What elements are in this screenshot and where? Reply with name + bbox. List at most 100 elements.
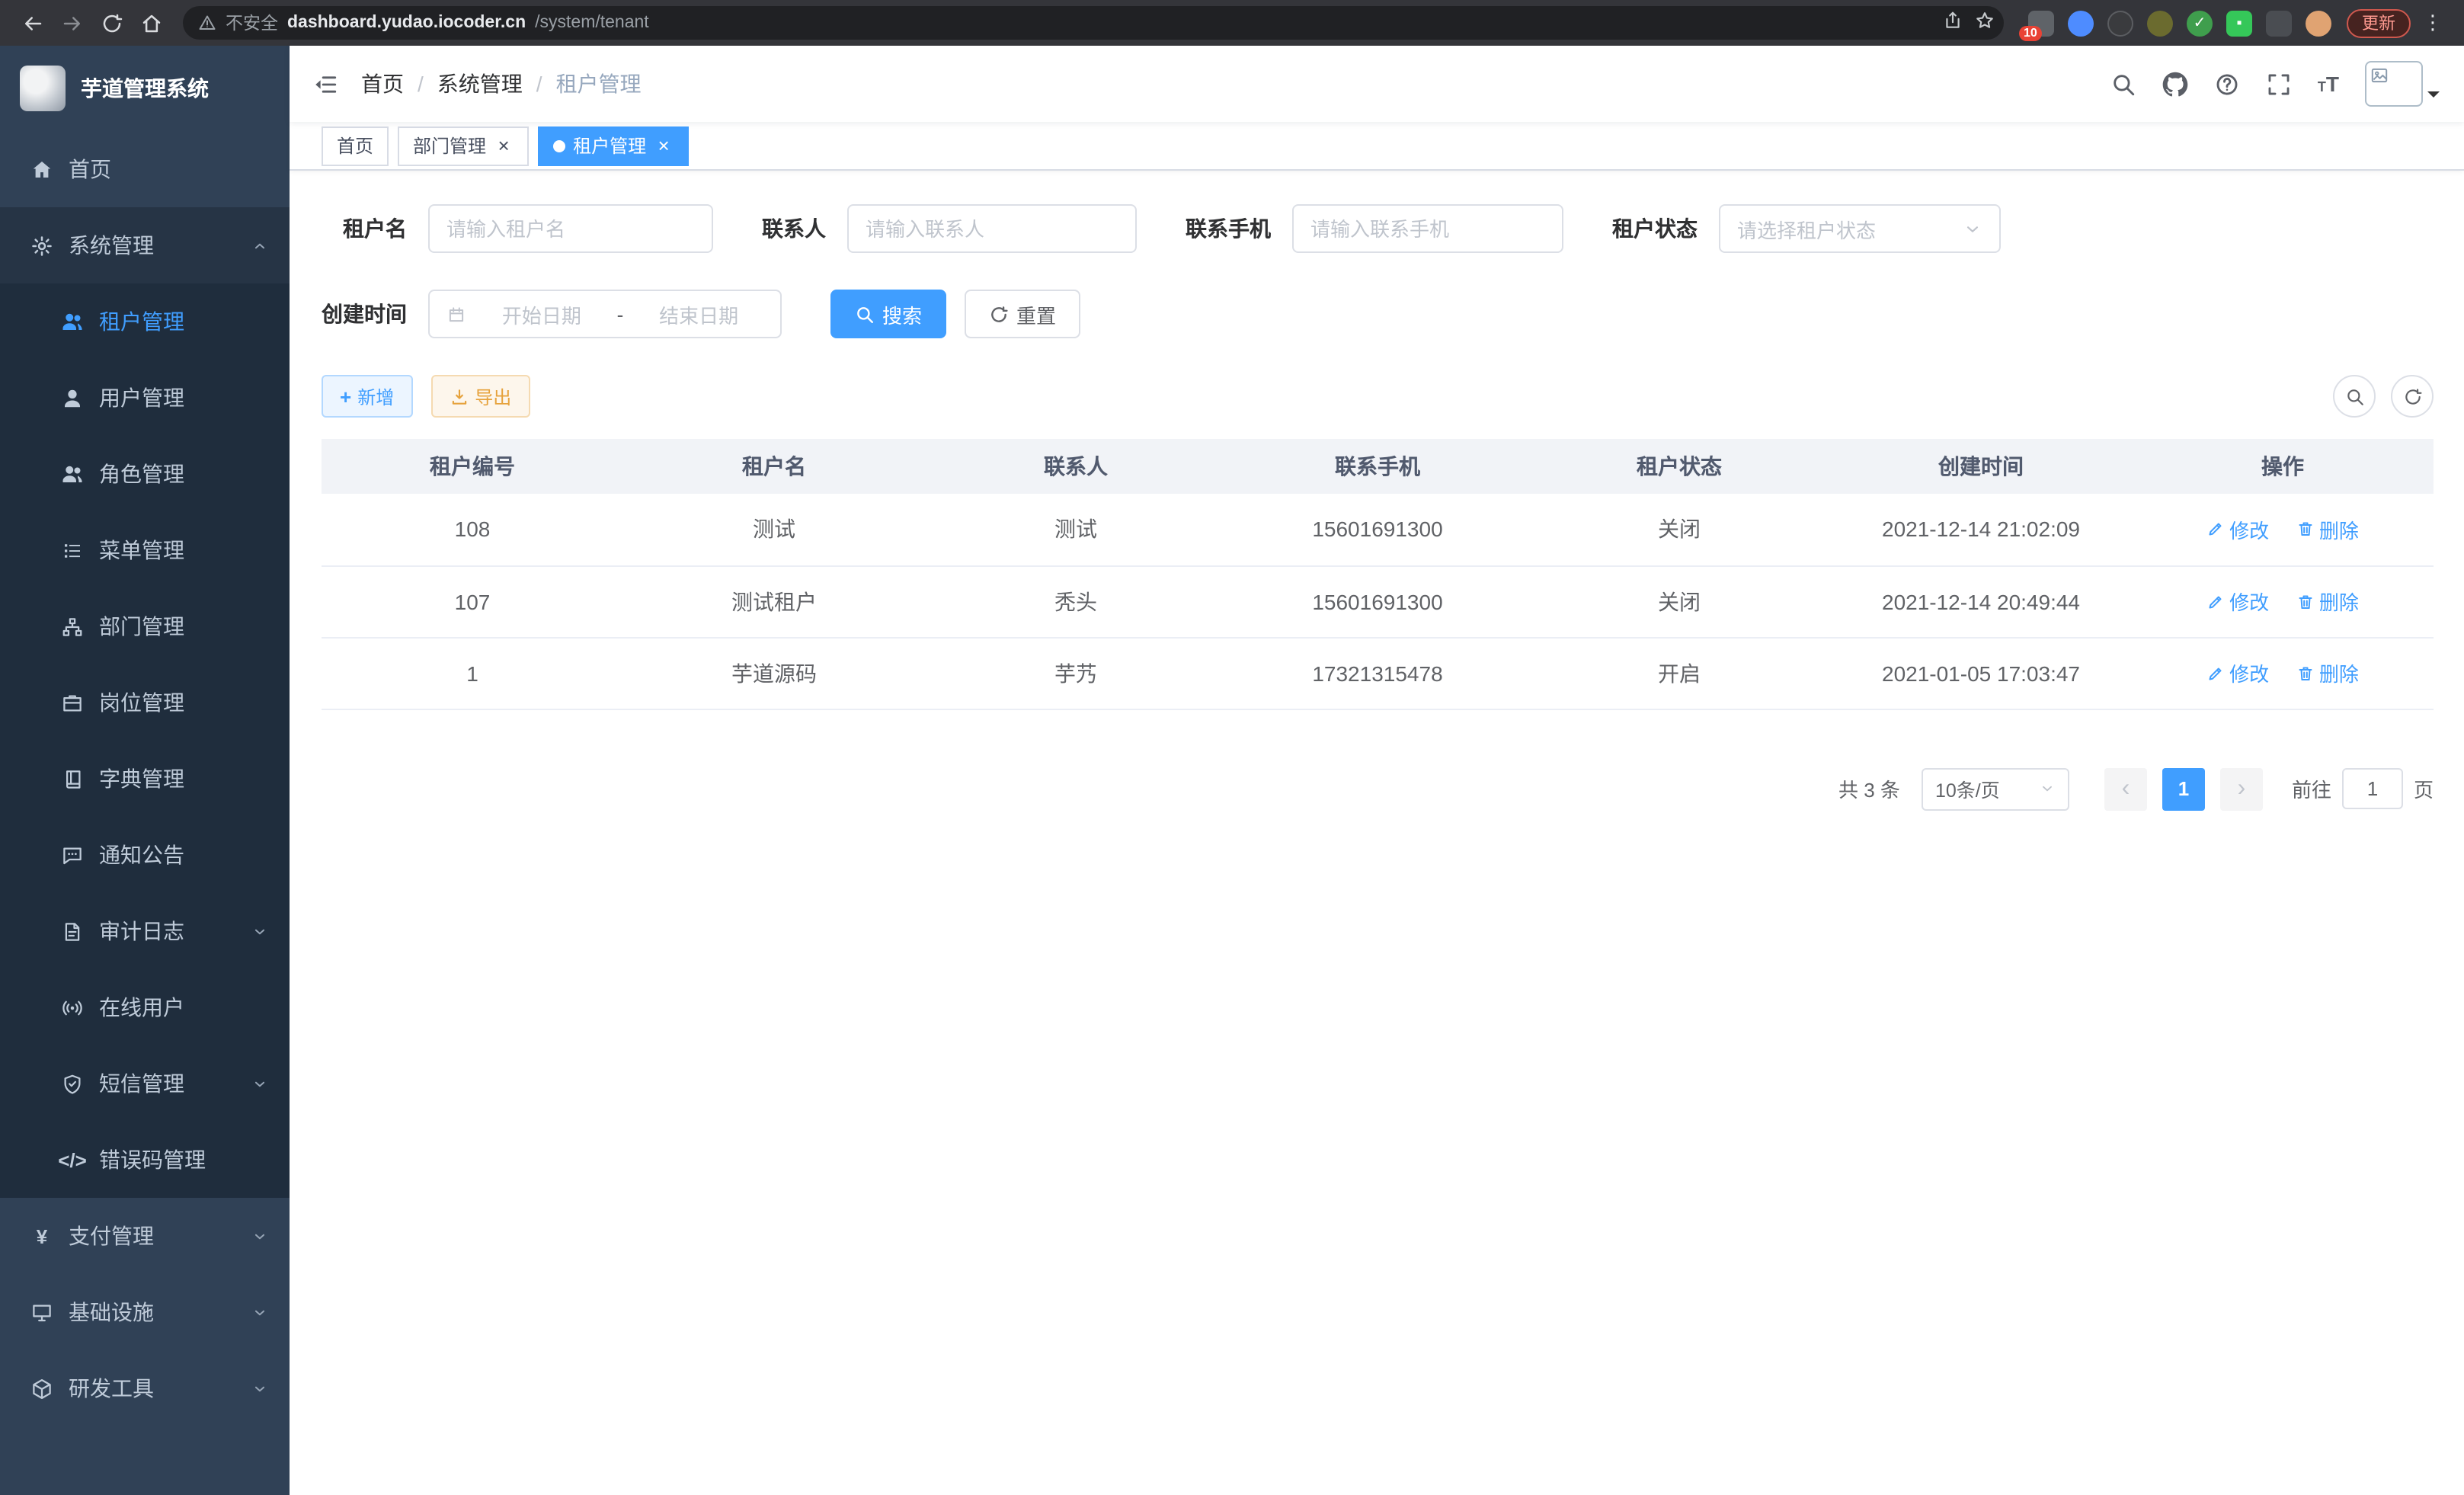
sidebar-item-sms-management[interactable]: 短信管理 (0, 1045, 290, 1122)
cell-actions: 修改 删除 (2132, 494, 2434, 565)
breadcrumb-home[interactable]: 首页 (361, 69, 404, 99)
bookmark-star-icon[interactable] (1975, 11, 1995, 35)
sidebar-item-role-management[interactable]: 角色管理 (0, 436, 290, 512)
edit-button[interactable]: 修改 (2206, 515, 2269, 544)
extension-chat-icon[interactable]: ▪ (2226, 10, 2252, 36)
date-range-picker[interactable]: 开始日期 - 结束日期 (428, 290, 782, 338)
tab-tenant-management[interactable]: 租户管理 × (538, 126, 689, 165)
extension-olive-icon[interactable] (2147, 10, 2173, 36)
date-separator: - (617, 303, 624, 325)
phone-input[interactable] (1310, 217, 1545, 240)
contact-input[interactable] (866, 217, 1118, 240)
toolbox-icon (30, 1377, 53, 1400)
extension-puzzle-icon[interactable] (2266, 10, 2292, 36)
sidebar-item-system-management[interactable]: 系统管理 (0, 207, 290, 283)
app-title: 芋道管理系统 (81, 73, 209, 104)
sidebar-item-post-management[interactable]: 岗位管理 (0, 664, 290, 741)
filter-phone: 联系手机 (1186, 204, 1563, 253)
tab-department-management[interactable]: 部门管理 × (398, 126, 529, 165)
tenant-name-input[interactable] (446, 217, 695, 240)
sidebar-item-menu-management[interactable]: 菜单管理 (0, 512, 290, 588)
tenants-icon (61, 310, 84, 333)
book-icon (61, 767, 84, 790)
extension-drop-icon[interactable] (2068, 10, 2094, 36)
fullscreen-icon[interactable] (2266, 71, 2292, 97)
sidebar-item-dev-tools[interactable]: 研发工具 (0, 1350, 290, 1426)
browser-forward-icon[interactable] (55, 6, 88, 40)
goto-page-input[interactable] (2342, 768, 2403, 809)
reset-button[interactable]: 重置 (965, 290, 1080, 338)
search-button[interactable]: 搜索 (830, 290, 946, 338)
cell-tenant-id: 108 (322, 494, 623, 565)
sidebar-item-user-management[interactable]: 用户管理 (0, 360, 290, 436)
sidebar-item-payment-management[interactable]: ¥ 支付管理 (0, 1198, 290, 1274)
edit-button[interactable]: 修改 (2206, 587, 2269, 616)
sidebar-item-audit-log[interactable]: 审计日志 (0, 893, 290, 969)
navbar-actions: TT (2110, 61, 2464, 107)
sidebar-toggle[interactable] (290, 71, 361, 97)
close-icon[interactable]: × (654, 136, 674, 155)
sidebar-item-department-management[interactable]: 部门管理 (0, 588, 290, 664)
column-header-tenant-name: 租户名 (623, 439, 925, 494)
sidebar-item-home[interactable]: 首页 (0, 131, 290, 207)
sidebar-item-label: 在线用户 (99, 992, 184, 1023)
browser-menu-icon[interactable]: ⋮ (2417, 11, 2449, 35)
extension-check-icon[interactable]: ✓ (2187, 10, 2213, 36)
breadcrumb-system[interactable]: 系统管理 (437, 69, 523, 99)
tab-home[interactable]: 首页 (322, 126, 389, 165)
page-size-select[interactable]: 10条/页 (1922, 767, 2069, 810)
extension-dark-icon[interactable] (2107, 10, 2133, 36)
user-avatar[interactable] (2365, 61, 2440, 107)
logo-image (20, 66, 66, 111)
url-path: /system/tenant (535, 14, 649, 32)
cell-status: 关闭 (1528, 565, 1830, 637)
browser-home-icon[interactable] (134, 6, 168, 40)
github-icon[interactable] (2162, 71, 2188, 97)
chevron-down-icon (1963, 219, 1982, 238)
shield-icon (61, 1072, 84, 1095)
edit-button[interactable]: 修改 (2206, 658, 2269, 687)
security-warning-icon[interactable] (198, 14, 216, 32)
prev-page-button[interactable]: ‹ (2104, 767, 2147, 810)
cell-actions: 修改 删除 (2132, 637, 2434, 709)
address-bar[interactable]: 不安全 dashboard.yudao.iocoder.cn/system/te… (183, 6, 2004, 40)
help-icon[interactable] (2214, 71, 2240, 97)
browser-extensions: 10 ✓ ▪ (2028, 10, 2331, 36)
next-page-button[interactable]: › (2220, 767, 2263, 810)
refresh-icon[interactable] (2391, 375, 2434, 418)
delete-button[interactable]: 删除 (2296, 515, 2359, 544)
chevron-up-icon (251, 237, 268, 254)
cell-tenant-name: 测试租户 (623, 565, 925, 637)
date-end-placeholder[interactable]: 结束日期 (634, 299, 763, 328)
current-page-button[interactable]: 1 (2162, 767, 2205, 810)
sidebar-item-online-users[interactable]: 在线用户 (0, 969, 290, 1045)
gear-icon (30, 234, 53, 257)
column-header-contact: 联系人 (925, 439, 1227, 494)
header-search-icon[interactable] (2110, 71, 2136, 97)
app-logo[interactable]: 芋道管理系统 (0, 46, 290, 131)
sidebar-item-infrastructure[interactable]: 基础设施 (0, 1274, 290, 1350)
sidebar-item-tenant-management[interactable]: 租户管理 (0, 283, 290, 360)
sidebar-item-error-code[interactable]: </> 错误码管理 (0, 1122, 290, 1198)
export-button[interactable]: 导出 (430, 375, 530, 418)
browser-back-icon[interactable] (15, 6, 49, 40)
delete-button[interactable]: 删除 (2296, 658, 2359, 687)
add-button[interactable]: + 新增 (322, 375, 412, 418)
sidebar-item-notice[interactable]: 通知公告 (0, 817, 290, 893)
profile-avatar-icon[interactable] (2306, 10, 2331, 36)
cell-created: 2021-12-14 20:49:44 (1830, 565, 2132, 637)
extension-icon[interactable]: 10 (2028, 10, 2054, 36)
share-icon[interactable] (1943, 11, 1963, 35)
show-search-toggle-icon[interactable] (2333, 375, 2376, 418)
cell-status: 开启 (1528, 637, 1830, 709)
table-row: 107 测试租户 秃头 15601691300 关闭 2021-12-14 20… (322, 565, 2434, 637)
browser-reload-icon[interactable] (94, 6, 128, 40)
status-select[interactable]: 请选择租户状态 (1719, 204, 2001, 253)
close-icon[interactable]: × (494, 136, 514, 155)
sidebar-item-dict-management[interactable]: 字典管理 (0, 741, 290, 817)
date-start-placeholder[interactable]: 开始日期 (477, 299, 606, 328)
browser-update-button[interactable]: 更新 (2347, 8, 2411, 37)
delete-button[interactable]: 删除 (2296, 587, 2359, 616)
font-size-icon[interactable]: TT (2318, 73, 2339, 94)
sidebar-item-label: 首页 (69, 154, 111, 184)
